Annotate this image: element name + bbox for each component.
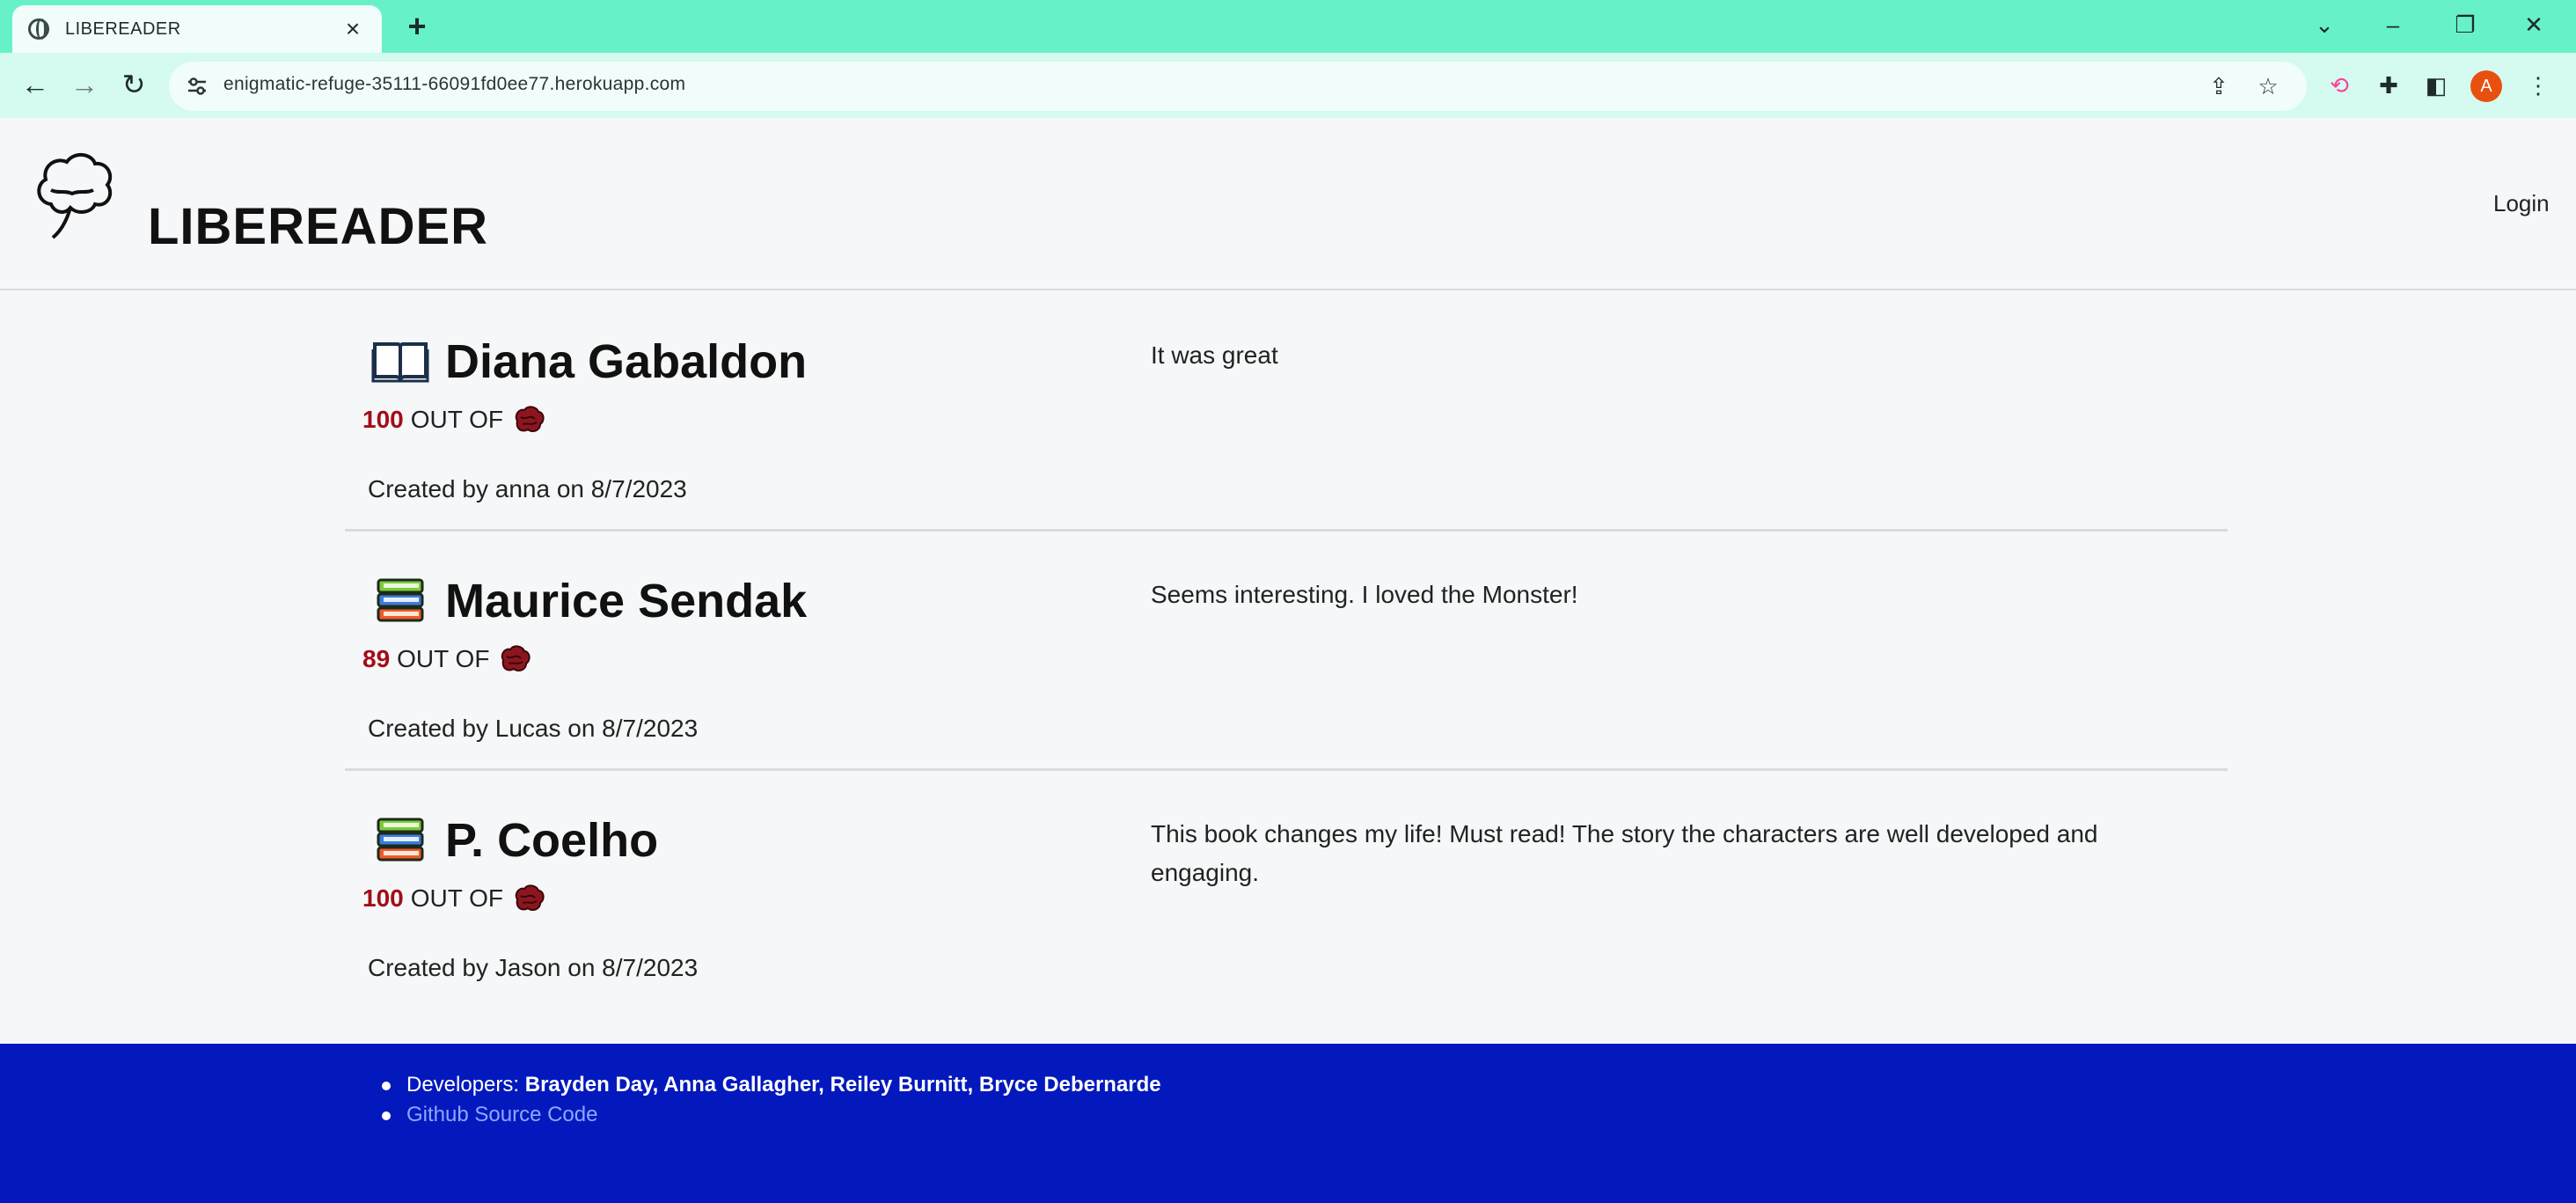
rating-out-of: OUT OF [410, 884, 503, 912]
site-footer: Developers: Brayden Day, Anna Gallagher,… [0, 1044, 2576, 1203]
extension-icon[interactable]: ⟲ [2324, 70, 2354, 100]
brain-logo-icon [37, 153, 113, 239]
close-window-icon[interactable]: ✕ [2516, 7, 2551, 42]
footer-developers: Developers: Brayden Day, Anna Gallagher,… [382, 1070, 1161, 1100]
review-created: Created by anna on 8/7/2023 [368, 475, 687, 502]
review-comment: This book changes my life! Must read! Th… [1151, 820, 2098, 886]
review-comment: It was great [1151, 341, 1278, 369]
browser-toolbar: ← → ↻ enigmatic-refuge-35111-66091fd0ee7… [0, 53, 2576, 118]
site-settings-icon[interactable] [185, 74, 209, 99]
profile-avatar[interactable]: A [2470, 70, 2502, 102]
review-author: P. Coelho [445, 814, 659, 867]
developers-names: Brayden Day, Anna Gallagher, Reiley Burn… [524, 1073, 1161, 1097]
rating: 100 OUT OF [362, 884, 545, 913]
review-list: Diana Gabaldon 100 OUT OF Created by ann… [345, 292, 2228, 1010]
sidepanel-icon[interactable]: ◧ [2421, 70, 2451, 100]
address-bar[interactable]: enigmatic-refuge-35111-66091fd0ee77.hero… [169, 62, 2307, 111]
review-item: P. Coelho 100 OUT OF Created by Jason on… [345, 771, 2228, 1010]
review-item: Maurice Sendak 89 OUT OF Created by Luca… [345, 532, 2228, 771]
brain-rating-icon [515, 884, 545, 911]
login-link[interactable]: Login [2493, 190, 2550, 217]
site-header: LIBEREADER Login [0, 118, 2576, 290]
tab-title: LIBEREADER [65, 18, 181, 39]
review-author: Diana Gabaldon [445, 335, 808, 388]
back-icon[interactable]: ← [16, 65, 55, 104]
brand-title: LIBEREADER [148, 198, 489, 255]
browser-tab[interactable]: LIBEREADER × [12, 5, 382, 53]
footer-list: Developers: Brayden Day, Anna Gallagher,… [382, 1070, 1161, 1130]
review-item: Diana Gabaldon 100 OUT OF Created by ann… [345, 292, 2228, 532]
minimize-icon[interactable]: – [2375, 7, 2411, 42]
review-author: Maurice Sendak [445, 575, 808, 627]
rating-score: 100 [362, 884, 404, 912]
review-comment: Seems interesting. I loved the Monster! [1151, 581, 1578, 608]
review-created: Created by Lucas on 8/7/2023 [368, 715, 699, 742]
rating-score: 89 [362, 645, 391, 672]
rating: 100 OUT OF [362, 405, 545, 435]
chevron-down-icon[interactable]: ⌄ [2307, 7, 2342, 42]
puzzle-icon[interactable]: ✚ [2374, 70, 2404, 100]
rating-out-of: OUT OF [397, 645, 490, 672]
share-icon[interactable]: ⇪ [2205, 72, 2233, 100]
review-created: Created by Jason on 8/7/2023 [368, 954, 699, 981]
open-book-icon [371, 342, 429, 383]
more-icon[interactable]: ⋮ [2523, 70, 2553, 100]
new-tab-button[interactable]: + [399, 9, 435, 44]
star-icon[interactable]: ☆ [2254, 72, 2282, 100]
rating-out-of: OUT OF [410, 406, 503, 433]
books-stack-icon [377, 578, 424, 622]
restore-icon[interactable]: ❐ [2448, 7, 2483, 42]
footer-github: Github Source Code [382, 1100, 1161, 1130]
forward-icon[interactable]: → [65, 65, 104, 104]
close-icon[interactable]: × [340, 17, 366, 41]
brain-rating-icon [501, 645, 531, 671]
browser-tab-bar: LIBEREADER × + ⌄ – ❐ ✕ [0, 0, 2576, 53]
url-text: enigmatic-refuge-35111-66091fd0ee77.hero… [223, 74, 686, 94]
globe-icon [28, 18, 49, 40]
books-stack-icon [377, 818, 424, 862]
rating-score: 100 [362, 406, 404, 433]
github-link[interactable]: Github Source Code [406, 1103, 597, 1126]
developers-label: Developers: [406, 1073, 525, 1097]
reload-icon[interactable]: ↻ [114, 65, 153, 104]
rating: 89 OUT OF [362, 644, 531, 674]
brain-rating-icon [515, 406, 545, 432]
